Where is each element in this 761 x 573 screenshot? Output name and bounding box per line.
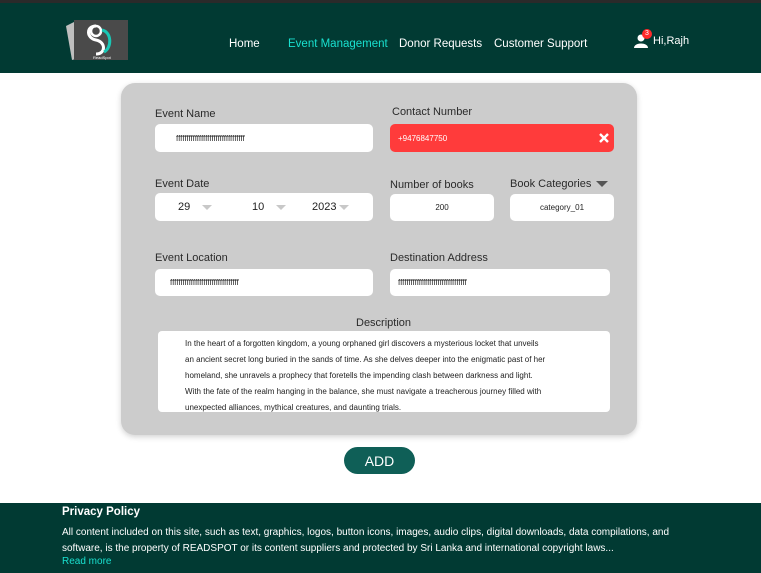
book-categories-value: category_01 <box>539 203 585 212</box>
event-name-value: fffffffffffffffffffffffffffffffff <box>176 133 245 143</box>
description-line: With the fate of the realm hanging in th… <box>185 387 542 396</box>
number-of-books-label: Number of books <box>390 179 474 191</box>
event-location-input[interactable]: fffffffffffffffffffffffffffffffff <box>155 269 373 296</box>
contact-number-label: Contact Number <box>392 106 473 118</box>
date-month-value: 10 <box>252 201 265 213</box>
user-greeting: Hi,Rajh <box>653 35 690 47</box>
date-day-select[interactable]: 29 <box>178 201 213 213</box>
nav-event-management[interactable]: Event Management <box>288 38 388 50</box>
nav-donor-requests[interactable]: Donor Requests <box>399 38 482 50</box>
chevron-down-icon <box>202 204 213 210</box>
read-more-link[interactable]: Read more <box>62 556 111 567</box>
clear-icon[interactable] <box>599 133 609 143</box>
event-date-label: Event Date <box>155 178 210 190</box>
top-nav-bar: ReadSpot Home Event Management Donor Req… <box>0 0 761 73</box>
destination-address-value: fffffffffffffffffffffffffffffffff <box>398 278 467 287</box>
contact-number-value: +9476847750 <box>398 133 448 143</box>
add-button[interactable]: ADD <box>344 447 415 474</box>
number-of-books-value: 200 <box>435 203 449 212</box>
event-location-label: Event Location <box>155 252 228 264</box>
chevron-down-icon <box>339 204 350 210</box>
privacy-policy-text: All content included on this site, such … <box>62 527 670 554</box>
event-name-input[interactable]: fffffffffffffffffffffffffffffffff <box>155 124 373 152</box>
footer: Privacy Policy All content included on t… <box>0 503 761 573</box>
logo-text: ReadSpot <box>93 55 111 60</box>
description-line: homeland, she unravels a prophecy that f… <box>185 371 533 380</box>
date-year-select[interactable]: 2023 <box>312 201 350 213</box>
user-menu[interactable]: 3 Hi,Rajh <box>634 29 690 48</box>
date-month-select[interactable]: 10 <box>252 201 287 213</box>
readspot-logo-icon[interactable]: ReadSpot <box>66 18 128 62</box>
book-categories-header[interactable]: Book Categories <box>510 178 609 190</box>
description-textarea[interactable]: In the heart of a forgotten kingdom, a y… <box>158 331 610 412</box>
contact-number-input[interactable]: +9476847750 <box>390 124 614 152</box>
date-day-value: 29 <box>178 201 191 213</box>
number-of-books-input[interactable]: 200 <box>390 194 494 221</box>
event-name-label: Event Name <box>155 108 216 120</box>
event-date-picker: 29 10 2023 <box>155 193 373 221</box>
notification-badge: 3 <box>642 29 652 39</box>
privacy-policy-title: Privacy Policy <box>62 506 140 518</box>
destination-address-label: Destination Address <box>390 252 488 264</box>
book-categories-select[interactable]: category_01 <box>510 194 614 221</box>
destination-address-input[interactable]: fffffffffffffffffffffffffffffffff <box>390 269 610 296</box>
event-location-value: fffffffffffffffffffffffffffffffff <box>170 278 239 287</box>
chevron-down-icon <box>596 181 609 187</box>
description-line: unexpected alliances, mythical creatures… <box>185 403 402 412</box>
description-line: an ancient secret long buried in the san… <box>185 355 546 364</box>
nav-customer-support[interactable]: Customer Support <box>494 38 587 50</box>
description-line: In the heart of a forgotten kingdom, a y… <box>185 339 539 348</box>
nav-home[interactable]: Home <box>229 38 260 50</box>
chevron-down-icon <box>276 204 287 210</box>
date-year-value: 2023 <box>312 201 337 213</box>
description-label: Description <box>356 317 412 329</box>
book-categories-label: Book Categories <box>510 178 592 190</box>
